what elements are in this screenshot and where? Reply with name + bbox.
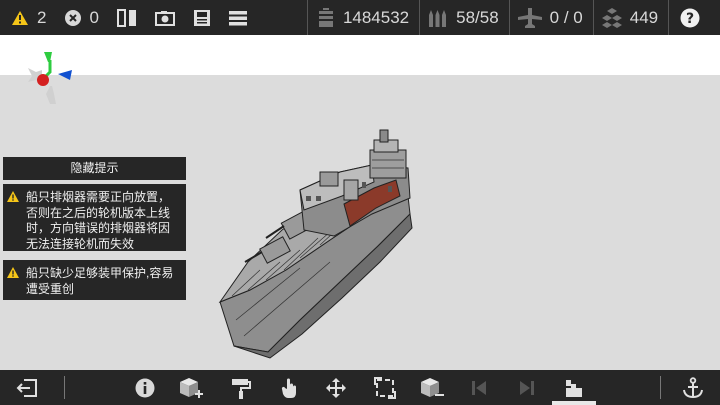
block-remove-icon	[420, 377, 444, 399]
warning-icon	[7, 191, 21, 252]
warnings-counter[interactable]: 2	[11, 0, 46, 35]
screenshot-icon	[154, 10, 175, 26]
layers-button[interactable]	[562, 370, 586, 405]
undo-button[interactable]	[468, 370, 490, 405]
resize-icon	[374, 376, 396, 399]
warnings-count: 2	[37, 7, 47, 27]
active-tool-indicator	[552, 401, 596, 405]
bottom-toolbar	[0, 370, 720, 405]
add-block-button[interactable]	[177, 370, 205, 405]
screenshot-button[interactable]	[154, 0, 175, 35]
layers-icon	[564, 378, 584, 398]
remove-block-button[interactable]	[418, 370, 446, 405]
blocks-value: 449	[629, 7, 659, 27]
mass-value: 1484532	[342, 7, 410, 27]
paint-button[interactable]	[228, 370, 254, 405]
mass-readout: 1484532	[317, 0, 409, 35]
info-icon	[135, 378, 155, 398]
aircraft-value: 0 / 0	[549, 7, 583, 27]
blocks-readout: 449	[601, 0, 659, 35]
ammo-icon	[428, 8, 448, 28]
errors-count: 0	[89, 7, 99, 27]
hand-icon	[280, 377, 300, 399]
hide-hints-button[interactable]: 隐藏提示	[3, 157, 186, 180]
divider	[419, 0, 421, 35]
redo-button[interactable]	[516, 370, 538, 405]
info-button[interactable]	[132, 370, 158, 405]
hint-warning: 船只缺少足够装甲保护,容易遭受重创	[3, 260, 186, 300]
mirror-button[interactable]	[116, 0, 137, 35]
aircraft-icon	[517, 7, 542, 28]
blocks-icon	[601, 7, 622, 28]
move-button[interactable]	[323, 370, 349, 405]
select-button[interactable]	[277, 370, 303, 405]
orientation-gizmo-icon[interactable]	[22, 50, 78, 108]
errors-counter[interactable]: 0	[65, 0, 99, 35]
top-toolbar: 2 0 1484532 58/58 0 / 0 449 ?	[0, 0, 720, 35]
menu-icon	[228, 10, 247, 26]
help-button[interactable]: ?	[680, 0, 700, 35]
save-icon	[193, 9, 211, 27]
divider	[64, 376, 65, 399]
paint-roller-icon	[230, 377, 252, 399]
add-block-icon	[179, 377, 203, 399]
divider	[306, 0, 308, 35]
save-button[interactable]	[193, 0, 211, 35]
prev-icon	[471, 379, 487, 397]
error-icon	[65, 9, 82, 26]
resize-button[interactable]	[372, 370, 398, 405]
ammo-value: 58/58	[456, 7, 499, 27]
divider	[508, 0, 510, 35]
weight-icon	[317, 7, 335, 28]
hint-warning: 船只排烟器需要正向放置，否则在之后的轮机版本上线时，方向错误的排烟器将因无法连接…	[3, 184, 186, 251]
exit-button[interactable]	[14, 370, 40, 405]
divider	[660, 376, 661, 399]
main-menu-button[interactable]	[228, 0, 247, 35]
exit-icon	[16, 378, 38, 397]
anchor-button[interactable]	[680, 370, 706, 405]
warning-icon	[7, 267, 21, 297]
hint-text: 船只缺少足够装甲保护,容易遭受重创	[26, 266, 174, 296]
next-icon	[519, 379, 535, 397]
divider	[592, 0, 594, 35]
warning-icon	[11, 10, 29, 26]
svg-text:?: ?	[686, 11, 694, 27]
ammo-readout: 58/58	[428, 0, 499, 35]
hint-text: 船只排烟器需要正向放置，否则在之后的轮机版本上线时，方向错误的排烟器将因无法连接…	[26, 190, 171, 251]
anchor-icon	[682, 376, 704, 399]
help-icon: ?	[680, 8, 700, 28]
aircraft-readout: 0 / 0	[517, 0, 583, 35]
move-icon	[325, 377, 347, 399]
mirror-icon	[116, 8, 137, 27]
divider	[668, 0, 670, 35]
